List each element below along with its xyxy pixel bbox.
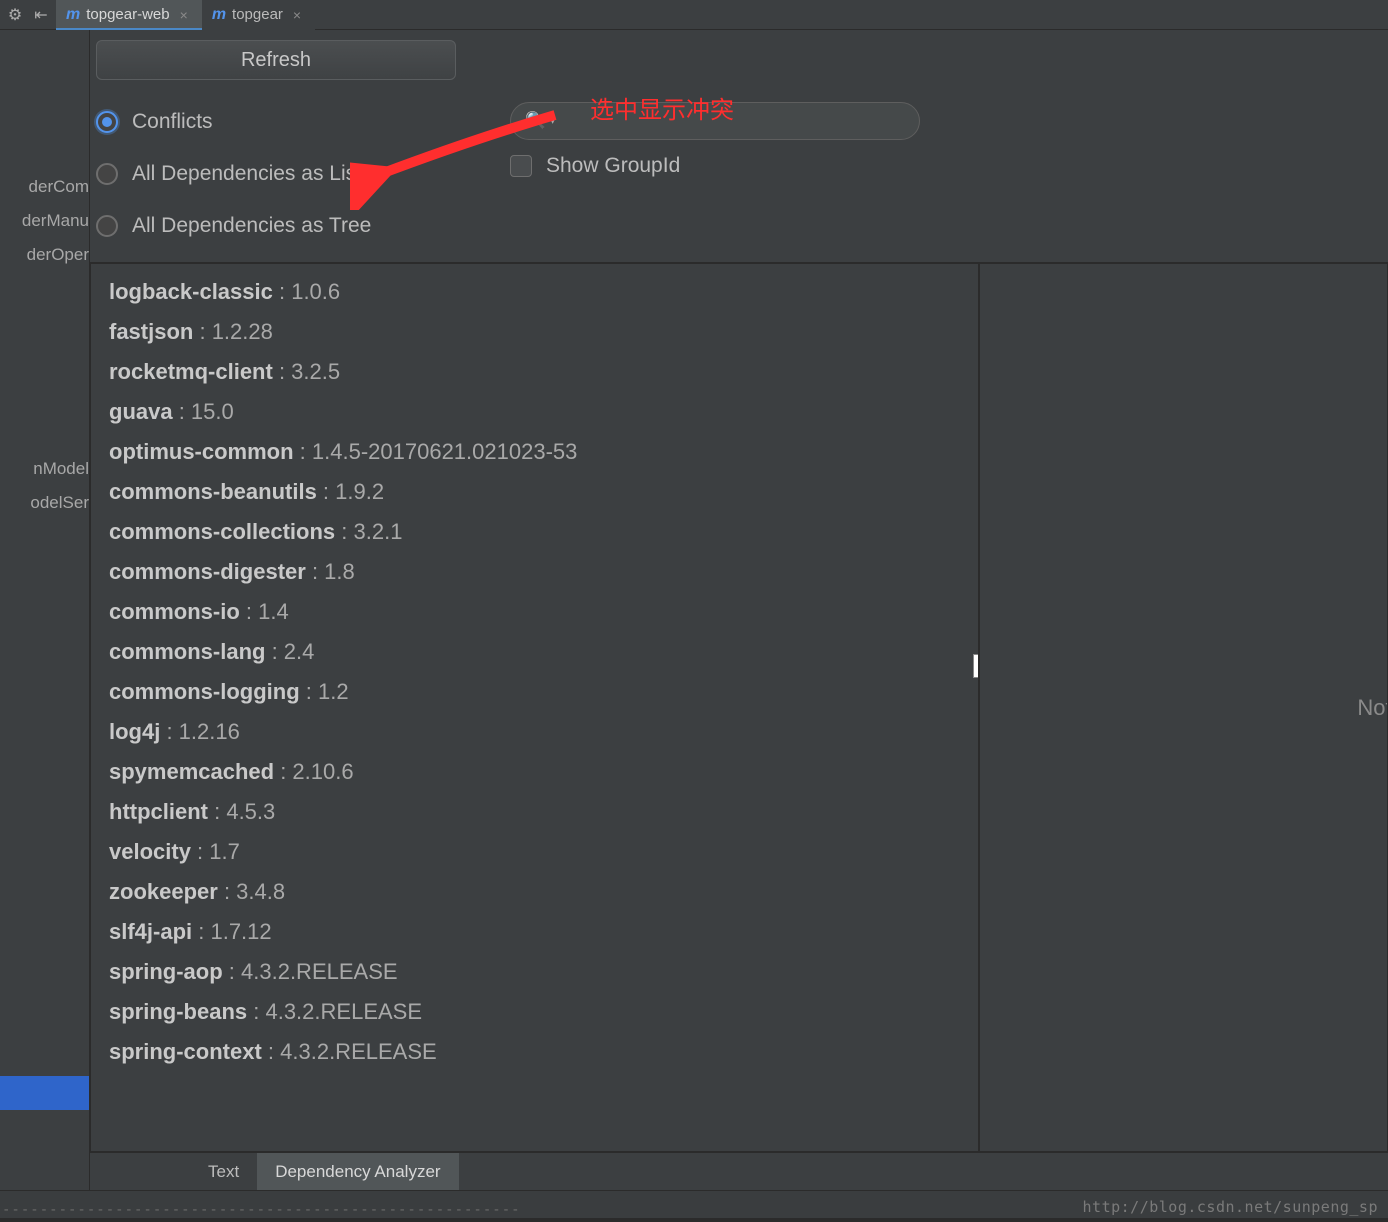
dependency-item[interactable]: optimus-common : 1.4.5-20170621.021023-5… <box>109 432 978 472</box>
checkbox-label: Show GroupId <box>546 154 680 178</box>
dependency-list[interactable]: logback-classic : 1.0.6fastjson : 1.2.28… <box>91 264 978 1151</box>
placeholder-text: Nothin <box>1357 695 1388 721</box>
close-icon[interactable]: × <box>293 7 301 23</box>
radio-icon <box>96 163 118 185</box>
maven-icon: m <box>66 6 80 24</box>
maven-icon: m <box>212 6 226 24</box>
dependency-item[interactable]: velocity : 1.7 <box>109 832 978 872</box>
collapse-icon[interactable]: ⇤ <box>30 4 52 26</box>
tab-label: topgear-web <box>86 6 169 23</box>
search-input[interactable] <box>563 112 905 130</box>
tab-topgear[interactable]: m topgear × <box>202 0 315 30</box>
dependency-item[interactable]: spring-beans : 4.3.2.RELEASE <box>109 992 978 1032</box>
radio-label: All Dependencies as Tree <box>132 214 371 238</box>
dependency-item[interactable]: commons-beanutils : 1.9.2 <box>109 472 978 512</box>
tab-text[interactable]: Text <box>190 1153 257 1190</box>
splitter-handle[interactable] <box>973 654 980 678</box>
radio-icon <box>96 111 118 133</box>
search-field[interactable]: 🔍 ▾ <box>510 102 920 140</box>
dependency-item[interactable]: spring-context : 4.3.2.RELEASE <box>109 1032 978 1072</box>
detail-pane: Nothin <box>980 263 1388 1152</box>
radio-conflicts[interactable]: Conflicts <box>96 96 510 148</box>
list-item[interactable]: nModel <box>0 452 89 486</box>
dependency-list-panel: logback-classic : 1.0.6fastjson : 1.2.28… <box>90 263 980 1152</box>
divider <box>0 1218 1388 1222</box>
refresh-button[interactable]: Refresh <box>96 40 456 80</box>
dependency-item[interactable]: commons-io : 1.4 <box>109 592 978 632</box>
radio-all-list[interactable]: All Dependencies as List <box>96 148 510 200</box>
dependency-item[interactable]: commons-collections : 3.2.1 <box>109 512 978 552</box>
dependency-item[interactable]: guava : 15.0 <box>109 392 978 432</box>
dependency-item[interactable]: rocketmq-client : 3.2.5 <box>109 352 978 392</box>
chevron-down-icon[interactable]: ▾ <box>550 116 555 127</box>
selected-row-highlight <box>0 1076 89 1110</box>
dependency-item[interactable]: spymemcached : 2.10.6 <box>109 752 978 792</box>
left-cropped-panel: derCom derManu derOper nModel odelSer <box>0 30 90 1190</box>
dependency-item[interactable]: log4j : 1.2.16 <box>109 712 978 752</box>
dependency-item[interactable]: commons-digester : 1.8 <box>109 552 978 592</box>
dependency-item[interactable]: spring-aop : 4.3.2.RELEASE <box>109 952 978 992</box>
close-icon[interactable]: × <box>180 7 188 23</box>
radio-label: All Dependencies as List <box>132 162 362 186</box>
gear-icon[interactable]: ⚙ <box>4 4 26 26</box>
dashes: ----------------------------------------… <box>2 1202 522 1218</box>
watermark: http://blog.csdn.net/sunpeng_sp <box>1083 1198 1378 1216</box>
list-item[interactable]: odelSer <box>0 486 89 520</box>
checkbox-show-groupid[interactable]: Show GroupId <box>510 154 920 178</box>
dependency-item[interactable]: commons-logging : 1.2 <box>109 672 978 712</box>
radio-icon <box>96 215 118 237</box>
dependency-item[interactable]: logback-classic : 1.0.6 <box>109 272 978 312</box>
search-icon: 🔍 <box>525 111 546 131</box>
dependency-item[interactable]: commons-lang : 2.4 <box>109 632 978 672</box>
dependency-item[interactable]: slf4j-api : 1.7.12 <box>109 912 978 952</box>
dependency-item[interactable]: httpclient : 4.5.3 <box>109 792 978 832</box>
tab-dependency-analyzer[interactable]: Dependency Analyzer <box>257 1153 458 1190</box>
editor-tabs: m topgear-web × m topgear × <box>56 0 315 30</box>
bottom-tabs: Text Dependency Analyzer <box>90 1152 1388 1190</box>
dependency-item[interactable]: zookeeper : 3.4.8 <box>109 872 978 912</box>
radio-all-tree[interactable]: All Dependencies as Tree <box>96 200 510 252</box>
list-item[interactable]: derOper <box>0 238 89 272</box>
radio-label: Conflicts <box>132 110 213 134</box>
checkbox-icon <box>510 155 532 177</box>
tab-label: topgear <box>232 6 283 23</box>
tab-topgear-web[interactable]: m topgear-web × <box>56 0 202 30</box>
top-toolbar: ⚙ ⇤ m topgear-web × m topgear × <box>0 0 1388 30</box>
list-item[interactable]: derCom <box>0 170 89 204</box>
dependency-item[interactable]: fastjson : 1.2.28 <box>109 312 978 352</box>
controls-panel: Refresh Conflicts All Dependencies as Li… <box>90 30 1388 262</box>
list-item[interactable]: derManu <box>0 204 89 238</box>
